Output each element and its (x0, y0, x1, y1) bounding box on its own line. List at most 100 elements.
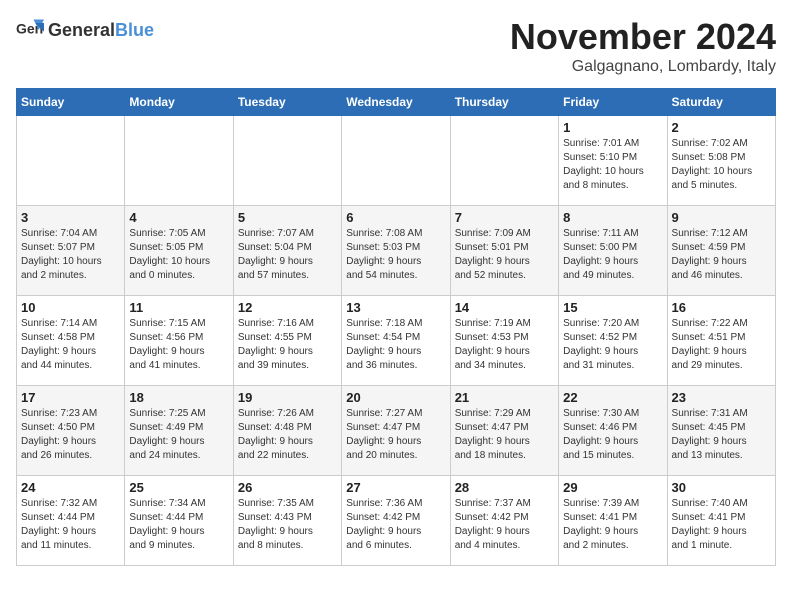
day-number: 11 (129, 300, 228, 315)
day-info: Sunrise: 7:30 AM Sunset: 4:46 PM Dayligh… (563, 407, 662, 463)
calendar-cell: 13Sunrise: 7:18 AM Sunset: 4:54 PM Dayli… (342, 296, 450, 386)
calendar-header-row: SundayMondayTuesdayWednesdayThursdayFrid… (17, 89, 776, 116)
day-info: Sunrise: 7:08 AM Sunset: 5:03 PM Dayligh… (346, 227, 445, 283)
calendar-cell: 7 Sunrise: 7:09 AM Sunset: 5:01 PM Daylig… (450, 206, 558, 296)
day-number: 19 (238, 390, 337, 405)
day-info: Sunrise: 7:39 AM Sunset: 4:41 PM Dayligh… (563, 497, 662, 553)
calendar-cell: 6Sunrise: 7:08 AM Sunset: 5:03 PM Daylig… (342, 206, 450, 296)
calendar-cell: 2 Sunrise: 7:02 AM Sunset: 5:08 PM Daylig… (667, 116, 775, 206)
day-number: 23 (672, 390, 771, 405)
day-number: 4 (129, 210, 228, 225)
day-info: Sunrise: 7:16 AM Sunset: 4:55 PM Dayligh… (238, 317, 337, 373)
day-number: 12 (238, 300, 337, 315)
location-title: Galgagnano, Lombardy, Italy (510, 58, 776, 76)
day-info: Sunrise: 7:25 AM Sunset: 4:49 PM Dayligh… (129, 407, 228, 463)
calendar-week-row: 10 Sunrise: 7:14 AM Sunset: 4:58 PM Dayli… (17, 296, 776, 386)
day-info: Sunrise: 7:35 AM Sunset: 4:43 PM Dayligh… (238, 497, 337, 553)
day-info: Sunrise: 7:07 AM Sunset: 5:04 PM Dayligh… (238, 227, 337, 283)
day-number: 1 (563, 120, 662, 135)
day-info: Sunrise: 7:09 AM Sunset: 5:01 PM Dayligh… (455, 227, 554, 283)
calendar-cell (17, 116, 125, 206)
day-number: 28 (455, 480, 554, 495)
day-info: Sunrise: 7:23 AM Sunset: 4:50 PM Dayligh… (21, 407, 120, 463)
calendar-cell: 28 Sunrise: 7:37 AM Sunset: 4:42 PM Dayli… (450, 476, 558, 566)
calendar-cell: 20 Sunrise: 7:27 AM Sunset: 4:47 PM Dayli… (342, 386, 450, 476)
day-info: Sunrise: 7:05 AM Sunset: 5:05 PM Dayligh… (129, 227, 228, 283)
calendar-cell: 3 Sunrise: 7:04 AM Sunset: 5:07 PM Daylig… (17, 206, 125, 296)
day-info: Sunrise: 7:31 AM Sunset: 4:45 PM Dayligh… (672, 407, 771, 463)
day-number: 21 (455, 390, 554, 405)
calendar-cell: 11 Sunrise: 7:15 AM Sunset: 4:56 PM Dayli… (125, 296, 233, 386)
day-info: Sunrise: 7:27 AM Sunset: 4:47 PM Dayligh… (346, 407, 445, 463)
calendar-cell: 18Sunrise: 7:25 AM Sunset: 4:49 PM Dayli… (125, 386, 233, 476)
calendar-cell: 9 Sunrise: 7:12 AM Sunset: 4:59 PM Daylig… (667, 206, 775, 296)
day-number: 25 (129, 480, 228, 495)
day-number: 16 (672, 300, 771, 315)
day-number: 9 (672, 210, 771, 225)
calendar-cell (125, 116, 233, 206)
day-number: 10 (21, 300, 120, 315)
calendar-cell (233, 116, 341, 206)
day-number: 5 (238, 210, 337, 225)
day-header-wednesday: Wednesday (342, 89, 450, 116)
calendar-cell: 26 Sunrise: 7:35 AM Sunset: 4:43 PM Dayli… (233, 476, 341, 566)
day-info: Sunrise: 7:12 AM Sunset: 4:59 PM Dayligh… (672, 227, 771, 283)
calendar-cell (450, 116, 558, 206)
day-number: 29 (563, 480, 662, 495)
day-info: Sunrise: 7:22 AM Sunset: 4:51 PM Dayligh… (672, 317, 771, 373)
calendar-cell: 25Sunrise: 7:34 AM Sunset: 4:44 PM Dayli… (125, 476, 233, 566)
header: Gen GeneralBlue November 2024 Galgagnano… (16, 16, 776, 76)
day-header-monday: Monday (125, 89, 233, 116)
calendar-cell: 4 Sunrise: 7:05 AM Sunset: 5:05 PM Daylig… (125, 206, 233, 296)
day-header-friday: Friday (559, 89, 667, 116)
calendar-week-row: 24Sunrise: 7:32 AM Sunset: 4:44 PM Dayli… (17, 476, 776, 566)
day-info: Sunrise: 7:15 AM Sunset: 4:56 PM Dayligh… (129, 317, 228, 373)
calendar-cell: 14 Sunrise: 7:19 AM Sunset: 4:53 PM Dayli… (450, 296, 558, 386)
calendar-cell: 22 Sunrise: 7:30 AM Sunset: 4:46 PM Dayli… (559, 386, 667, 476)
day-info: Sunrise: 7:01 AM Sunset: 5:10 PM Dayligh… (563, 137, 662, 193)
day-number: 20 (346, 390, 445, 405)
calendar-cell: 5 Sunrise: 7:07 AM Sunset: 5:04 PM Daylig… (233, 206, 341, 296)
day-info: Sunrise: 7:14 AM Sunset: 4:58 PM Dayligh… (21, 317, 120, 373)
day-number: 7 (455, 210, 554, 225)
day-number: 24 (21, 480, 120, 495)
day-number: 26 (238, 480, 337, 495)
day-header-tuesday: Tuesday (233, 89, 341, 116)
logo-general-text: GeneralBlue (48, 20, 154, 41)
day-number: 2 (672, 120, 771, 135)
calendar-cell: 30 Sunrise: 7:40 AM Sunset: 4:41 PM Dayli… (667, 476, 775, 566)
day-header-sunday: Sunday (17, 89, 125, 116)
calendar-week-row: 1 Sunrise: 7:01 AM Sunset: 5:10 PM Daylig… (17, 116, 776, 206)
day-info: Sunrise: 7:18 AM Sunset: 4:54 PM Dayligh… (346, 317, 445, 373)
calendar-cell: 19 Sunrise: 7:26 AM Sunset: 4:48 PM Dayli… (233, 386, 341, 476)
day-info: Sunrise: 7:11 AM Sunset: 5:00 PM Dayligh… (563, 227, 662, 283)
day-number: 14 (455, 300, 554, 315)
calendar-cell (342, 116, 450, 206)
day-info: Sunrise: 7:37 AM Sunset: 4:42 PM Dayligh… (455, 497, 554, 553)
calendar-cell: 17 Sunrise: 7:23 AM Sunset: 4:50 PM Dayli… (17, 386, 125, 476)
day-number: 27 (346, 480, 445, 495)
calendar-cell: 23 Sunrise: 7:31 AM Sunset: 4:45 PM Dayli… (667, 386, 775, 476)
calendar-cell: 15Sunrise: 7:20 AM Sunset: 4:52 PM Dayli… (559, 296, 667, 386)
day-info: Sunrise: 7:19 AM Sunset: 4:53 PM Dayligh… (455, 317, 554, 373)
calendar-cell: 29 Sunrise: 7:39 AM Sunset: 4:41 PM Dayli… (559, 476, 667, 566)
day-info: Sunrise: 7:04 AM Sunset: 5:07 PM Dayligh… (21, 227, 120, 283)
day-number: 15 (563, 300, 662, 315)
day-header-thursday: Thursday (450, 89, 558, 116)
day-number: 3 (21, 210, 120, 225)
logo: Gen GeneralBlue (16, 16, 154, 44)
calendar-cell: 24Sunrise: 7:32 AM Sunset: 4:44 PM Dayli… (17, 476, 125, 566)
day-info: Sunrise: 7:02 AM Sunset: 5:08 PM Dayligh… (672, 137, 771, 193)
calendar-cell: 16 Sunrise: 7:22 AM Sunset: 4:51 PM Dayli… (667, 296, 775, 386)
day-number: 30 (672, 480, 771, 495)
calendar-week-row: 3 Sunrise: 7:04 AM Sunset: 5:07 PM Daylig… (17, 206, 776, 296)
day-number: 17 (21, 390, 120, 405)
calendar-cell: 1 Sunrise: 7:01 AM Sunset: 5:10 PM Daylig… (559, 116, 667, 206)
day-header-saturday: Saturday (667, 89, 775, 116)
day-info: Sunrise: 7:40 AM Sunset: 4:41 PM Dayligh… (672, 497, 771, 553)
calendar-table: SundayMondayTuesdayWednesdayThursdayFrid… (16, 88, 776, 566)
day-info: Sunrise: 7:26 AM Sunset: 4:48 PM Dayligh… (238, 407, 337, 463)
day-number: 22 (563, 390, 662, 405)
month-title: November 2024 (510, 16, 776, 58)
logo-icon: Gen (16, 16, 44, 44)
